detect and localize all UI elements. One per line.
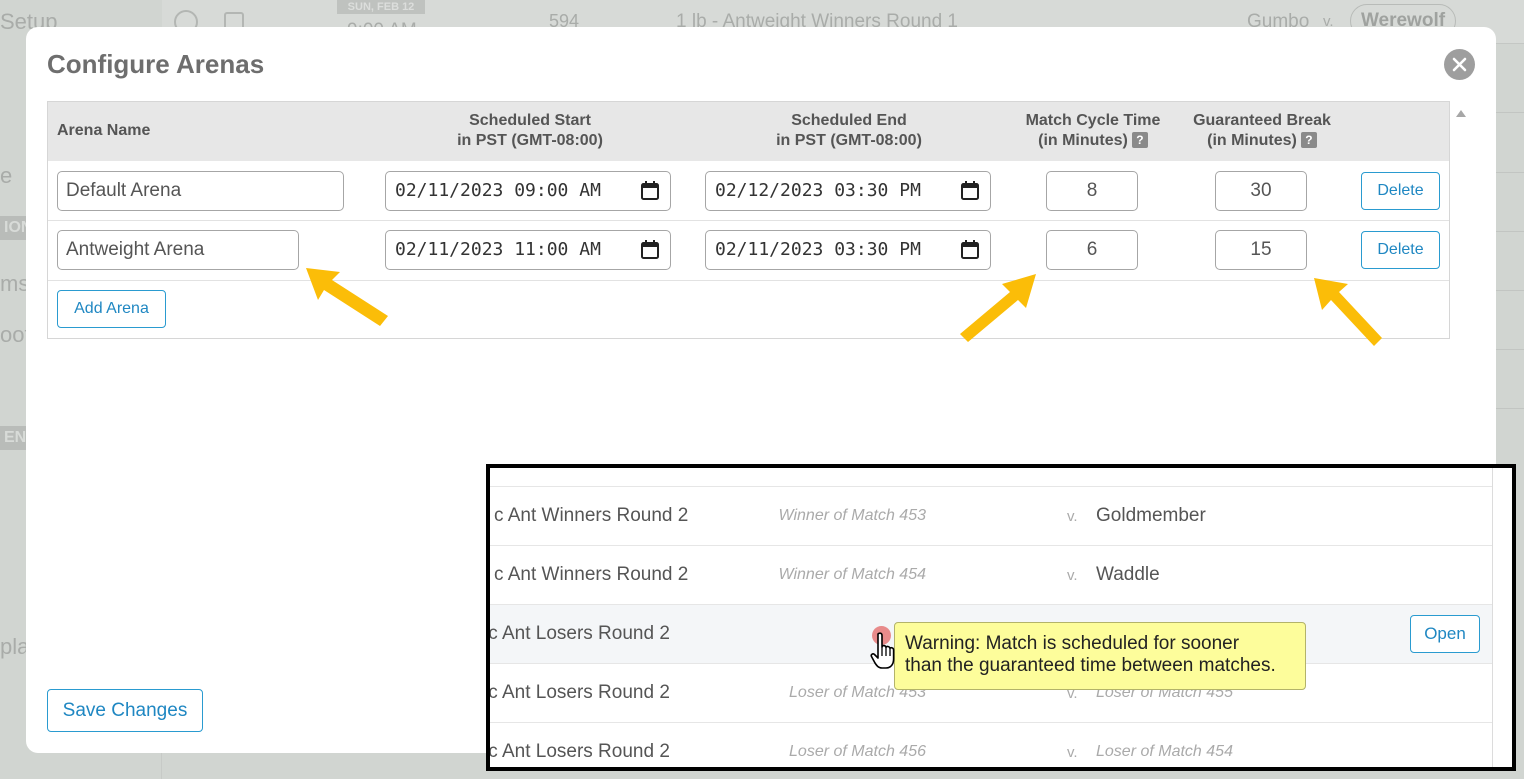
header-match-cycle-time: Match Cycle Time (in Minutes)? <box>1012 111 1174 151</box>
header-end-line2: in PST (GMT-08:00) <box>776 132 922 149</box>
arena-name-input[interactable] <box>57 230 299 270</box>
match-cycle-time-input[interactable] <box>1046 171 1138 211</box>
match-row[interactable]: c Ant Winners Round 2 Winner of Match 45… <box>490 545 1492 604</box>
background-row-divider <box>1494 112 1524 113</box>
hand-pointer-icon <box>870 632 895 669</box>
background-nav-fragment: e <box>0 163 13 188</box>
match-row[interactable]: ic Ant Losers Round 2 Loser of Match 456… <box>490 722 1492 767</box>
match-name: c Ant Winners Round 2 <box>494 564 689 585</box>
scheduled-end-input[interactable]: 02/12/2023 03:30 PM <box>705 171 991 211</box>
scheduled-start-value: 02/11/2023 09:00 AM <box>395 180 601 201</box>
scheduled-start-value: 02/11/2023 11:00 AM <box>395 239 601 260</box>
annotation-arrow-icon <box>1314 278 1382 346</box>
delete-arena-button[interactable]: Delete <box>1361 172 1440 210</box>
help-icon[interactable]: ? <box>1131 132 1148 148</box>
match-competitor-a: Winner of Match 454 <box>778 566 926 583</box>
background-nav-fragment: ms <box>0 271 30 296</box>
calendar-icon[interactable] <box>961 181 979 200</box>
scheduled-start-input[interactable]: 02/11/2023 09:00 AM <box>385 171 671 211</box>
close-button[interactable] <box>1444 49 1475 80</box>
warning-tooltip: Warning: Match is scheduled for sooner t… <box>894 622 1306 690</box>
open-match-button[interactable]: Open <box>1410 615 1480 653</box>
calendar-icon[interactable] <box>641 181 659 200</box>
calendar-icon[interactable] <box>641 240 659 259</box>
guaranteed-break-input[interactable] <box>1215 230 1307 270</box>
arena-table-header: Arena Name Scheduled Start in PST (GMT-0… <box>48 102 1449 161</box>
match-list-inset: c Ant Winners Round 2 Winner of Match 45… <box>486 464 1516 771</box>
header-scheduled-end: Scheduled End in PST (GMT-08:00) <box>747 111 951 151</box>
match-competitor-a: Winner of Match 453 <box>778 507 926 524</box>
help-icon[interactable]: ? <box>1300 132 1317 148</box>
inset-scrollbar-track[interactable] <box>1492 468 1493 767</box>
tooltip-line: than the guaranteed time between matches… <box>905 655 1276 676</box>
background-row-divider <box>1494 408 1524 409</box>
match-name: ic Ant Losers Round 2 <box>486 682 670 703</box>
row-divider <box>48 220 1449 221</box>
match-versus: v. <box>1067 508 1078 525</box>
match-name: ic Ant Losers Round 2 <box>486 623 670 644</box>
modal-title: Configure Arenas <box>47 49 265 79</box>
header-scheduled-start: Scheduled Start in PST (GMT-08:00) <box>428 111 632 151</box>
close-icon <box>1452 57 1467 72</box>
header-break-line2: (in Minutes) <box>1207 132 1297 149</box>
header-break-line1: Guaranteed Break <box>1193 112 1331 129</box>
row-divider <box>48 280 1449 281</box>
annotation-arrow-icon <box>960 274 1036 342</box>
arena-table: Arena Name Scheduled Start in PST (GMT-0… <box>47 101 1450 339</box>
header-start-line2: in PST (GMT-08:00) <box>457 132 603 149</box>
scheduled-start-input[interactable]: 02/11/2023 11:00 AM <box>385 230 671 270</box>
background-row-divider <box>1494 349 1524 350</box>
match-competitor-b: Waddle <box>1096 564 1160 585</box>
match-versus: v. <box>1067 567 1078 584</box>
background-date-badge: SUN, FEB 12 <box>337 0 425 14</box>
triangle-up-icon <box>1456 110 1466 117</box>
delete-arena-button[interactable]: Delete <box>1361 231 1440 269</box>
background-nav-fragment: pla <box>0 634 30 659</box>
arena-name-input[interactable] <box>57 171 344 211</box>
match-name: ic Ant Losers Round 2 <box>486 741 670 762</box>
guaranteed-break-input[interactable] <box>1215 171 1307 211</box>
background-row-divider <box>1494 290 1524 291</box>
scheduled-end-value: 02/12/2023 03:30 PM <box>715 180 921 201</box>
header-end-line1: Scheduled End <box>791 112 907 129</box>
match-competitor-b: Loser of Match 454 <box>1096 743 1233 760</box>
match-versus: v. <box>1067 744 1078 761</box>
add-arena-button[interactable]: Add Arena <box>57 290 166 328</box>
scheduled-end-value: 02/11/2023 03:30 PM <box>715 239 921 260</box>
scroll-up-arrow[interactable] <box>1456 109 1466 119</box>
header-cycle-line1: Match Cycle Time <box>1025 112 1161 129</box>
header-guaranteed-break: Guaranteed Break (in Minutes)? <box>1183 111 1341 151</box>
header-arena-name: Arena Name <box>57 122 151 139</box>
match-competitor-b: Goldmember <box>1096 505 1206 526</box>
header-cycle-line2: (in Minutes) <box>1038 132 1128 149</box>
background-row-divider <box>1494 231 1524 232</box>
save-changes-button[interactable]: Save Changes <box>47 689 203 732</box>
calendar-icon[interactable] <box>961 240 979 259</box>
tooltip-line: Warning: Match is scheduled for sooner <box>905 633 1240 654</box>
header-start-line1: Scheduled Start <box>469 112 591 129</box>
background-row-divider <box>1494 172 1524 173</box>
match-competitor-a: Loser of Match 456 <box>789 743 926 760</box>
scheduled-end-input[interactable]: 02/11/2023 03:30 PM <box>705 230 991 270</box>
match-row[interactable]: c Ant Winners Round 2 Winner of Match 45… <box>490 486 1492 545</box>
match-name: c Ant Winners Round 2 <box>494 505 689 526</box>
match-cycle-time-input[interactable] <box>1046 230 1138 270</box>
annotation-arrow-icon <box>306 268 388 326</box>
